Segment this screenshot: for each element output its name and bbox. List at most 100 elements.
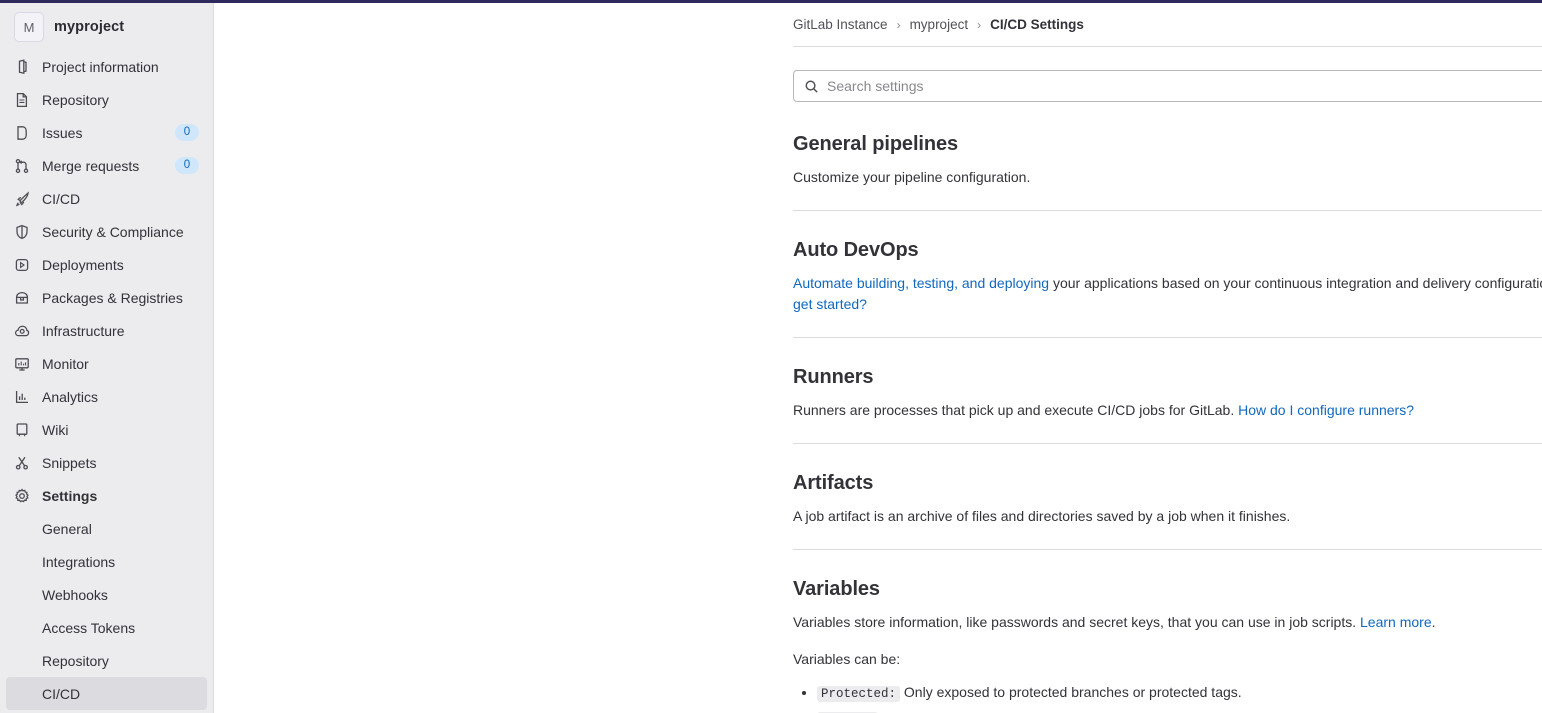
project-name: myproject <box>54 19 125 35</box>
section-description-period: . <box>1431 614 1436 630</box>
rocket-icon <box>14 190 30 207</box>
sidebar-subitem-access-tokens[interactable]: Access Tokens <box>6 611 207 644</box>
section-description: Customize your pipeline configuration. <box>793 169 1031 185</box>
sidebar-item-monitor[interactable]: Monitor <box>6 347 207 380</box>
sidebar-item-label: Analytics <box>42 388 99 405</box>
section-title: Auto DevOps <box>793 239 919 261</box>
sidebar-item-snippets[interactable]: Snippets <box>6 446 207 479</box>
breadcrumb: GitLab Instance › myproject › CI/CD Sett… <box>793 3 1542 47</box>
main-content: GitLab Instance › myproject › CI/CD Sett… <box>214 0 1542 713</box>
section-general-pipelines: General pipelines Customize your pipelin… <box>793 102 1542 211</box>
breadcrumb-project[interactable]: myproject <box>910 17 969 32</box>
monitor-icon <box>14 356 30 372</box>
variables-learn-more-link[interactable]: Learn more <box>1360 614 1432 630</box>
sidebar-item-analytics[interactable]: Analytics <box>6 380 207 413</box>
sidebar-item-wiki[interactable]: Wiki <box>6 413 207 446</box>
project-information-icon <box>14 58 30 75</box>
sidebar-item-repository[interactable]: Repository <box>6 83 207 116</box>
gear-icon <box>14 487 30 504</box>
sidebar-item-merge-requests[interactable]: Merge requests 0 <box>6 149 207 182</box>
sidebar-item-infrastructure[interactable]: Infrastructure <box>6 314 207 347</box>
shield-icon <box>14 224 30 240</box>
issues-count-badge: 0 <box>175 124 199 141</box>
sidebar-subitem-repository[interactable]: Repository <box>6 644 207 677</box>
sidebar-item-deployments[interactable]: Deployments <box>6 248 207 281</box>
book-icon <box>14 422 30 438</box>
sidebar-item-settings[interactable]: Settings <box>6 479 207 512</box>
sidebar-item-cicd[interactable]: CI/CD <box>6 182 207 215</box>
sidebar-item-issues[interactable]: Issues 0 <box>6 116 207 149</box>
sidebar-subitem-label: Integrations <box>42 553 116 570</box>
list-item-text: Only exposed to protected branches or pr… <box>900 684 1242 700</box>
sidebar-subitem-label: Access Tokens <box>42 619 136 636</box>
section-description: Runners are processes that pick up and e… <box>793 400 1542 421</box>
sidebar-subitem-cicd[interactable]: CI/CD <box>6 677 207 710</box>
variables-subheading: Variables can be: <box>793 651 901 667</box>
breadcrumb-separator-icon: › <box>977 17 982 32</box>
search-icon <box>804 79 819 94</box>
sidebar-item-security-compliance[interactable]: Security & Compliance <box>6 215 207 248</box>
merge-requests-count-badge: 0 <box>175 157 199 174</box>
sidebar-subitem-label: Webhooks <box>42 586 108 603</box>
search-settings-wrapper: Search settings <box>793 70 1542 102</box>
repository-icon <box>14 92 30 108</box>
section-description-text: your applications based on your continuo… <box>1049 275 1542 291</box>
section-auto-devops: Auto DevOps Automate building, testing, … <box>793 211 1542 338</box>
cloud-gear-icon <box>14 323 30 339</box>
sidebar-item-label: Settings <box>42 487 98 504</box>
settings-content-column: GitLab Instance › myproject › CI/CD Sett… <box>793 3 1542 713</box>
issues-icon <box>14 125 30 141</box>
section-artifacts: Artifacts A job artifact is an archive o… <box>793 444 1542 550</box>
package-icon <box>14 290 30 306</box>
sidebar-item-label: Security & Compliance <box>42 223 184 240</box>
sidebar-item-label: Repository <box>42 91 109 108</box>
section-title: Runners <box>793 366 874 388</box>
sidebar-subitem-label: CI/CD <box>42 685 81 702</box>
section-title: Variables <box>793 578 880 600</box>
sidebar-item-project-information[interactable]: Project information <box>6 50 207 83</box>
section-runners: Runners Runners are processes that pick … <box>793 338 1542 444</box>
chart-icon <box>14 389 30 405</box>
sidebar-item-label: Project information <box>42 58 159 75</box>
section-title: Artifacts <box>793 472 874 494</box>
project-sidebar: M myproject Project information Reposito… <box>0 0 214 713</box>
breadcrumb-separator-icon: › <box>896 17 901 32</box>
sidebar-item-packages-registries[interactable]: Packages & Registries <box>6 281 207 314</box>
sidebar-subitem-webhooks[interactable]: Webhooks <box>6 578 207 611</box>
section-description: A job artifact is an archive of files an… <box>793 508 1291 524</box>
sidebar-subitem-integrations[interactable]: Integrations <box>6 545 207 578</box>
sidebar-item-label: CI/CD <box>42 190 81 207</box>
list-item: Protected: Only exposed to protected bra… <box>817 681 1542 706</box>
sidebar-item-label: Merge requests <box>42 157 140 174</box>
sidebar-item-label: Deployments <box>42 256 124 273</box>
sidebar-nav-list: Project information Repository Issues 0 … <box>0 50 213 512</box>
deployments-icon <box>14 257 30 273</box>
variables-bullet-list: Protected: Only exposed to protected bra… <box>793 681 1542 713</box>
settings-subnav-list: General Integrations Webhooks Access Tok… <box>0 512 213 710</box>
project-avatar: M <box>14 12 44 42</box>
project-header[interactable]: M myproject <box>6 8 207 46</box>
section-description: Automate building, testing, and deployin… <box>793 273 1542 315</box>
section-description-text: Runners are processes that pick up and e… <box>793 402 1239 418</box>
sidebar-item-label: Infrastructure <box>42 322 125 339</box>
sidebar-item-label: Packages & Registries <box>42 289 183 306</box>
top-navigation-strip <box>0 0 1542 3</box>
configure-runners-link[interactable]: How do I configure runners? <box>1238 402 1414 418</box>
section-description-text: Variables store information, like passwo… <box>793 614 1361 630</box>
section-title: General pipelines <box>793 133 959 155</box>
list-item: Masked: Hidden in job logs. Must match m… <box>817 707 1542 713</box>
sidebar-subitem-label: Repository <box>42 652 109 669</box>
breadcrumb-instance[interactable]: GitLab Instance <box>793 17 888 32</box>
breadcrumb-current-page: CI/CD Settings <box>990 17 1084 32</box>
automate-building-link[interactable]: Automate building, testing, and deployin… <box>793 275 1049 291</box>
search-placeholder: Search settings <box>827 78 924 94</box>
scissors-icon <box>14 455 30 471</box>
sidebar-item-label: Snippets <box>42 454 97 471</box>
sidebar-item-label: Wiki <box>42 421 69 438</box>
sidebar-subitem-general[interactable]: General <box>6 512 207 545</box>
sidebar-subitem-label: General <box>42 520 92 537</box>
protected-code-label: Protected: <box>817 686 901 702</box>
section-description: Variables store information, like passwo… <box>793 612 1542 633</box>
search-input[interactable]: Search settings <box>793 70 1542 102</box>
sidebar-item-label: Issues <box>42 124 83 141</box>
